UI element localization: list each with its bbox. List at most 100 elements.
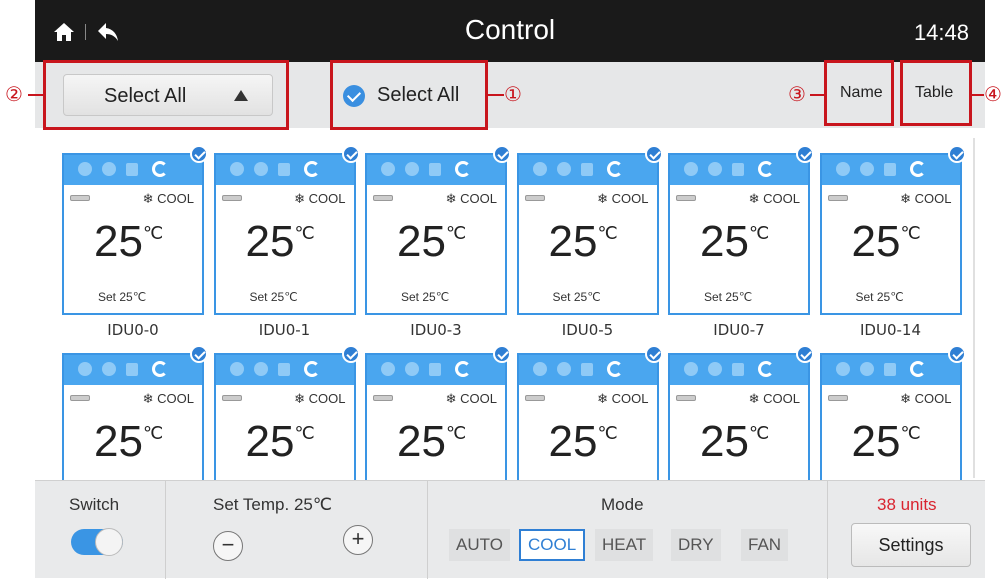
annotation-box-1 [330, 60, 488, 130]
unit-set-temp: Set 25℃ [249, 290, 298, 304]
unit-temperature-value: 25 [397, 417, 446, 466]
indoor-unit-icon [70, 195, 90, 201]
selected-check-icon[interactable] [493, 145, 511, 163]
unit-status-strip [518, 155, 657, 185]
unit-temperature-unit: ℃ [748, 223, 770, 243]
unit-status-strip [215, 155, 354, 185]
clock-icon [102, 162, 116, 176]
alert-icon [78, 162, 92, 176]
unit-card-frame: ❄ COOL 25℃ [365, 353, 507, 480]
mode-cool-button[interactable]: COOL [519, 529, 586, 561]
indoor-unit-icon [70, 395, 90, 401]
alert-icon [229, 162, 244, 176]
alert-icon [78, 362, 92, 376]
selected-check-icon[interactable] [644, 145, 663, 163]
unit-card[interactable]: ❄ COOL 25℃ Set 25℃ IDU0-14 [819, 145, 966, 339]
unit-temperature-unit: ℃ [294, 223, 315, 243]
unit-card[interactable]: ❄ COOL 25℃ [365, 345, 511, 480]
unit-card[interactable]: ❄ COOL 25℃ Set 25℃ IDU0-5 [516, 145, 663, 339]
lock-icon [429, 363, 441, 376]
unit-temperature-value: 25 [851, 217, 901, 266]
indoor-unit-icon [221, 195, 242, 201]
selected-check-icon[interactable] [947, 145, 966, 163]
lock-icon [732, 363, 744, 376]
increase-temp-button[interactable]: + [343, 525, 373, 555]
unit-card[interactable]: ❄ COOL 25℃ Set 25℃ IDU0-0 [62, 145, 208, 339]
unit-temperature-unit: ℃ [900, 423, 921, 443]
unit-temperature-unit: ℃ [445, 223, 467, 243]
clock-icon [556, 362, 571, 376]
selected-check-icon[interactable] [341, 345, 360, 363]
clock-icon [708, 162, 722, 176]
unit-status-strip [215, 355, 354, 385]
selected-check-icon[interactable] [493, 345, 511, 363]
selected-check-icon[interactable] [644, 345, 663, 363]
selected-check-icon[interactable] [947, 345, 966, 363]
switch-knob [95, 528, 123, 556]
alert-icon [835, 362, 850, 376]
unit-card-frame: ❄ COOL 25℃ Set 25℃ [213, 153, 356, 315]
unit-temperature-value: 25 [245, 417, 295, 466]
unit-set-temp: Set 25℃ [401, 290, 450, 304]
unit-temperature: 25℃ [94, 417, 163, 467]
unit-card[interactable]: ❄ COOL 25℃ [819, 345, 966, 480]
unit-mode: ❄ COOL [142, 191, 194, 206]
unit-card-frame: ❄ COOL 25℃ Set 25℃ [516, 153, 659, 315]
lock-icon [580, 363, 593, 376]
unit-temperature: 25℃ [700, 217, 769, 267]
unit-card[interactable]: ❄ COOL 25℃ [668, 345, 814, 480]
alert-icon [381, 162, 395, 176]
mode-dry-button[interactable]: DRY [671, 529, 721, 561]
unit-card-frame: ❄ COOL 25℃ Set 25℃ [668, 153, 810, 315]
unit-status-strip [518, 355, 657, 385]
unit-temperature: 25℃ [397, 417, 466, 467]
indoor-unit-icon [827, 195, 848, 201]
unit-temperature-value: 25 [700, 417, 749, 466]
lock-icon [126, 163, 138, 176]
selected-check-icon[interactable] [190, 145, 208, 163]
unit-status-strip [64, 155, 202, 185]
annotation-number-3: ③ [788, 82, 806, 106]
clock-icon [405, 162, 419, 176]
unit-card-frame: ❄ COOL 25℃ [819, 353, 962, 480]
unit-status-strip [670, 355, 808, 385]
annotation-line-2 [28, 94, 44, 96]
unit-card[interactable]: ❄ COOL 25℃ Set 25℃ IDU0-3 [365, 145, 511, 339]
divider [827, 481, 828, 579]
grid-scrollbar[interactable] [973, 138, 975, 478]
mode-auto-button[interactable]: AUTO [449, 529, 510, 561]
unit-mode: ❄ COOL [445, 391, 497, 406]
swing-icon [455, 161, 471, 177]
unit-card[interactable]: ❄ COOL 25℃ [213, 345, 360, 480]
selected-check-icon[interactable] [796, 345, 814, 363]
lock-icon [580, 163, 593, 176]
annotation-line-4 [972, 94, 984, 96]
annotation-line-3 [810, 94, 824, 96]
clock: 14:48 [913, 20, 969, 45]
unit-card[interactable]: ❄ COOL 25℃ [516, 345, 663, 480]
unit-mode: ❄ COOL [748, 391, 800, 406]
unit-mode: ❄ COOL [597, 391, 649, 406]
unit-temperature-value: 25 [548, 217, 598, 266]
mode-fan-button[interactable]: FAN [741, 529, 789, 561]
unit-set-temp: Set 25℃ [98, 290, 147, 304]
power-switch[interactable] [71, 528, 123, 556]
unit-temperature: 25℃ [246, 417, 315, 467]
selected-check-icon[interactable] [190, 345, 208, 363]
decrease-temp-button[interactable]: − [213, 531, 243, 561]
selected-check-icon[interactable] [796, 145, 814, 163]
settings-button[interactable]: Settings [851, 523, 971, 567]
title-bar: Control 14:48 [35, 0, 985, 62]
unit-card[interactable]: ❄ COOL 25℃ Set 25℃ IDU0-1 [213, 145, 360, 339]
selected-check-icon[interactable] [341, 145, 360, 163]
unit-temperature-value: 25 [851, 417, 901, 466]
unit-temperature-value: 25 [245, 217, 295, 266]
unit-temperature: 25℃ [700, 417, 769, 467]
annotation-number-1: ① [504, 82, 522, 106]
unit-temperature-unit: ℃ [900, 223, 921, 243]
unit-card[interactable]: ❄ COOL 25℃ [62, 345, 208, 480]
unit-card[interactable]: ❄ COOL 25℃ Set 25℃ IDU0-7 [668, 145, 814, 339]
mode-heat-button[interactable]: HEAT [595, 529, 654, 561]
indoor-unit-icon [373, 395, 393, 401]
switch-label: Switch [69, 495, 120, 514]
